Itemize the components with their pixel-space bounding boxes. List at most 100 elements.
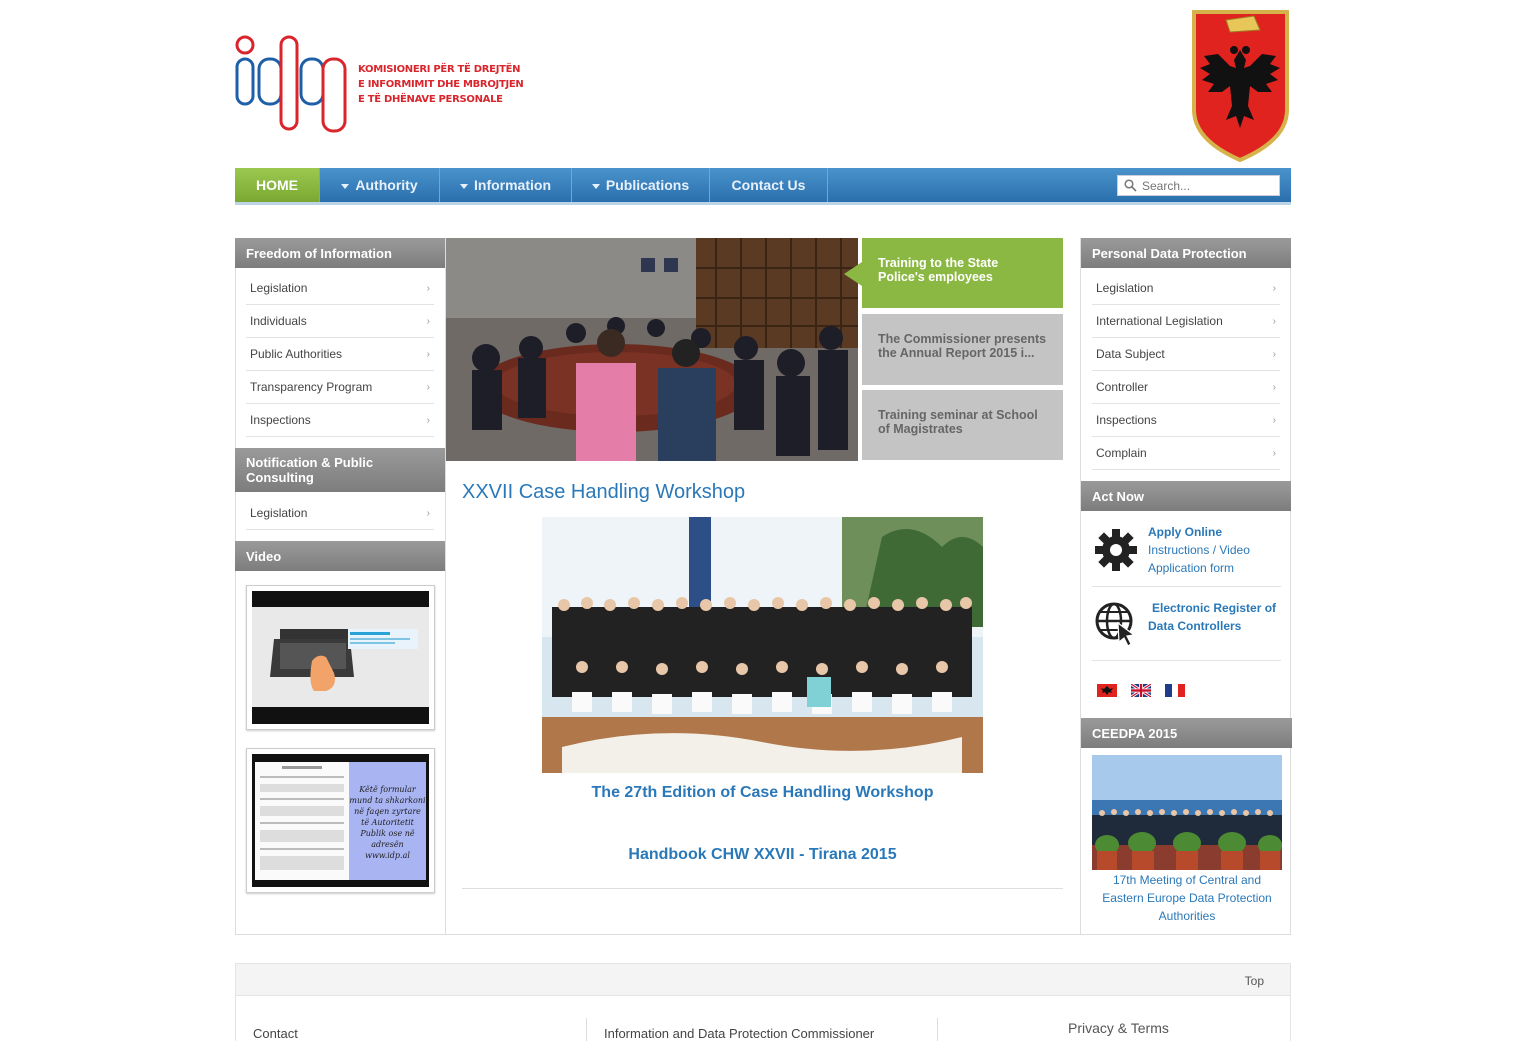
- chevron-down-icon: [341, 183, 350, 189]
- french-flag-icon[interactable]: [1165, 684, 1185, 697]
- chevron-right-icon: ›: [426, 507, 430, 519]
- note-line: në faqen zyrtare: [354, 807, 421, 816]
- language-flags: [1097, 684, 1185, 697]
- search-input[interactable]: [1142, 176, 1276, 195]
- idp-logo[interactable]: KOMISIONERI PËR TË DREJTËN E INFORMIMIT …: [235, 35, 555, 135]
- gear-icon: [1095, 529, 1137, 571]
- chevron-right-icon: ›: [1272, 381, 1276, 393]
- main-nav: HOME Authority Information Publications …: [235, 168, 1291, 205]
- notification-panel-title: Notification & Public Consulting: [235, 448, 445, 492]
- form-handwritten-note: Këtë formular mund ta shkarkoni në faqen…: [349, 784, 426, 861]
- nav-contact-us[interactable]: Contact Us: [710, 168, 828, 202]
- pdp-item-controller[interactable]: Controller ›: [1092, 371, 1280, 404]
- foi-menu: Legislation › Individuals › Public Authori…: [235, 272, 445, 437]
- menu-item-label: Complain: [1096, 446, 1147, 460]
- left-sidebar: Freedom of Information Legislation › Indi…: [235, 238, 446, 935]
- menu-item-label: Controller: [1096, 380, 1149, 394]
- notification-title-line-1: Notification & Public: [246, 455, 374, 470]
- video-thumbnail-1[interactable]: [246, 585, 435, 730]
- act-electronic-register: Electronic Register of Data Controllers: [1092, 587, 1281, 661]
- footer-commissioner-heading: Information and Data Protection Commissi…: [604, 1026, 875, 1041]
- notification-item-legislation[interactable]: Legislation ›: [246, 497, 434, 530]
- back-to-top-link[interactable]: Top: [1245, 974, 1264, 988]
- video-thumbnail-laptop-image: [252, 591, 429, 724]
- video-panel-title: Video: [235, 541, 445, 571]
- menu-item-label: Inspections: [1096, 413, 1157, 427]
- pdp-item-complain[interactable]: Complain ›: [1092, 437, 1280, 470]
- slider-tab-1[interactable]: Training to the State Police's employees: [862, 238, 1063, 308]
- nav-information[interactable]: Information: [440, 168, 572, 202]
- foi-item-individuals[interactable]: Individuals ›: [246, 305, 434, 338]
- ceedpa-panel-title: CEEDPA 2015: [1081, 718, 1292, 748]
- pdp-menu: Legislation › International Legislation › …: [1081, 272, 1291, 470]
- video-link[interactable]: Video: [1219, 543, 1249, 557]
- act-apply-online-text: Apply Online Instructions / Video Applic…: [1148, 523, 1250, 577]
- article-link-27th-edition[interactable]: The 27th Edition of Case Handling Worksh…: [462, 784, 1063, 802]
- article-link-handbook[interactable]: Handbook CHW XXVII - Tirana 2015: [462, 846, 1063, 864]
- chevron-right-icon: ›: [426, 414, 430, 426]
- notification-title-line-2: Consulting: [246, 470, 314, 485]
- video-thumbnail-2[interactable]: Këtë formular mund ta shkarkoni në faqen…: [246, 748, 435, 893]
- search-box: [1117, 175, 1280, 196]
- chevron-right-icon: ›: [1272, 414, 1276, 426]
- slider-tab-label: The Commissioner presents the Annual Rep…: [878, 332, 1047, 360]
- electronic-register-link[interactable]: Electronic Register of Data Controllers: [1148, 599, 1276, 635]
- uk-flag-icon[interactable]: [1131, 684, 1151, 697]
- notification-menu: Legislation ›: [235, 497, 445, 530]
- foi-item-public-authorities[interactable]: Public Authorities ›: [246, 338, 434, 371]
- footer-divider: [586, 1018, 587, 1041]
- application-form-link[interactable]: Application form: [1148, 559, 1250, 577]
- slider-tab-label: Training seminar at School of Magistrate…: [878, 408, 1038, 436]
- pdp-item-legislation[interactable]: Legislation ›: [1092, 272, 1280, 305]
- footer-bar: Top: [235, 963, 1291, 996]
- ceedpa-caption-link[interactable]: 17th Meeting of Central and Eastern Euro…: [1092, 871, 1282, 925]
- pdp-item-international-legislation[interactable]: International Legislation ›: [1092, 305, 1280, 338]
- privacy-terms-link[interactable]: Privacy & Terms: [1068, 1020, 1169, 1036]
- footer-contact-heading: Contact: [253, 1026, 298, 1041]
- chevron-right-icon: ›: [426, 282, 430, 294]
- article-title[interactable]: XXVII Case Handling Workshop: [462, 481, 745, 504]
- nav-home[interactable]: HOME: [235, 168, 320, 202]
- menu-item-label: Individuals: [250, 314, 307, 328]
- albanian-flag-icon[interactable]: [1097, 684, 1117, 697]
- nav-authority[interactable]: Authority: [320, 168, 440, 202]
- menu-item-label: Legislation: [250, 281, 308, 295]
- nav-publications-label: Publications: [605, 177, 690, 193]
- menu-item-label: Legislation: [250, 506, 308, 520]
- foi-item-legislation[interactable]: Legislation ›: [246, 272, 434, 305]
- pdp-item-data-subject[interactable]: Data Subject ›: [1092, 338, 1280, 371]
- logo-text: KOMISIONERI PËR TË DREJTËN E INFORMIMIT …: [358, 62, 524, 107]
- slash-separator: /: [1212, 543, 1217, 557]
- ceedpa-group-photo[interactable]: [1092, 755, 1282, 870]
- chevron-right-icon: ›: [1272, 315, 1276, 327]
- workshop-group-photo[interactable]: [542, 517, 983, 773]
- article-divider: [462, 888, 1063, 889]
- nav-information-label: Information: [474, 177, 551, 193]
- foi-item-inspections[interactable]: Inspections ›: [246, 404, 434, 437]
- chevron-right-icon: ›: [426, 381, 430, 393]
- instructions-link[interactable]: Instructions: [1148, 543, 1209, 557]
- pdp-item-inspections[interactable]: Inspections ›: [1092, 404, 1280, 437]
- foi-panel-title: Freedom of Information: [235, 238, 445, 268]
- slider-main-photo[interactable]: [446, 238, 858, 461]
- chevron-right-icon: ›: [1272, 282, 1276, 294]
- pdp-panel-title: Personal Data Protection: [1081, 238, 1291, 268]
- menu-item-label: Legislation: [1096, 281, 1154, 295]
- menu-item-label: Transparency Program: [250, 380, 373, 394]
- logo-line-2: E INFORMIMIT DHE MBROJTJEN: [358, 79, 524, 90]
- foi-item-transparency-program[interactable]: Transparency Program ›: [246, 371, 434, 404]
- video-thumbnail-form-image: Këtë formular mund ta shkarkoni në faqen…: [252, 754, 429, 887]
- slider-tab-2[interactable]: The Commissioner presents the Annual Rep…: [862, 314, 1063, 385]
- chevron-right-icon: ›: [1272, 348, 1276, 360]
- albanian-coat-of-arms: [1192, 10, 1289, 162]
- chevron-right-icon: ›: [426, 348, 430, 360]
- menu-item-label: Data Subject: [1096, 347, 1165, 361]
- right-sidebar: Personal Data Protection Legislation › In…: [1080, 238, 1292, 935]
- logo-line-3: E TË DHËNAVE PERSONALE: [358, 94, 503, 105]
- apply-online-link[interactable]: Apply Online: [1148, 525, 1222, 539]
- slider-tab-3[interactable]: Training seminar at School of Magistrate…: [862, 390, 1063, 460]
- nav-authority-label: Authority: [355, 177, 418, 193]
- globe-cursor-icon: [1095, 602, 1136, 647]
- act-apply-online: Apply Online Instructions / Video Applic…: [1092, 518, 1281, 587]
- nav-publications[interactable]: Publications: [572, 168, 710, 202]
